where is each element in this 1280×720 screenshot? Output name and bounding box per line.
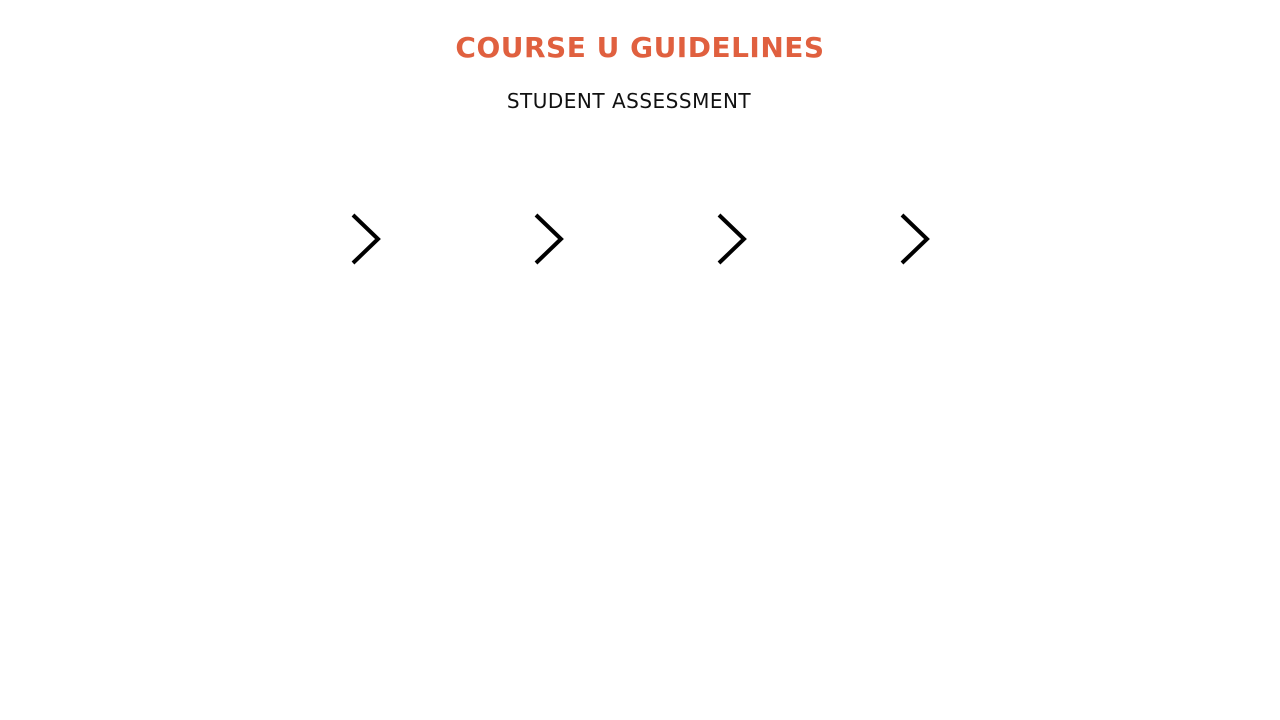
chevron-right-button-3[interactable] <box>709 210 749 268</box>
chevron-row <box>0 210 1280 270</box>
chevron-right-icon <box>717 213 747 265</box>
chevron-right-icon <box>534 213 564 265</box>
page-title: COURSE U GUIDELINES <box>455 31 825 64</box>
chevron-right-icon <box>900 213 930 265</box>
chevron-right-icon <box>351 213 381 265</box>
chevron-right-button-2[interactable] <box>526 210 566 268</box>
chevron-right-button-1[interactable] <box>343 210 383 268</box>
page-subtitle: STUDENT ASSESSMENT <box>506 89 752 113</box>
chevron-right-button-4[interactable] <box>892 210 932 268</box>
page: COURSE U GUIDELINES STUDENT ASSESSMENT <box>0 0 1280 720</box>
